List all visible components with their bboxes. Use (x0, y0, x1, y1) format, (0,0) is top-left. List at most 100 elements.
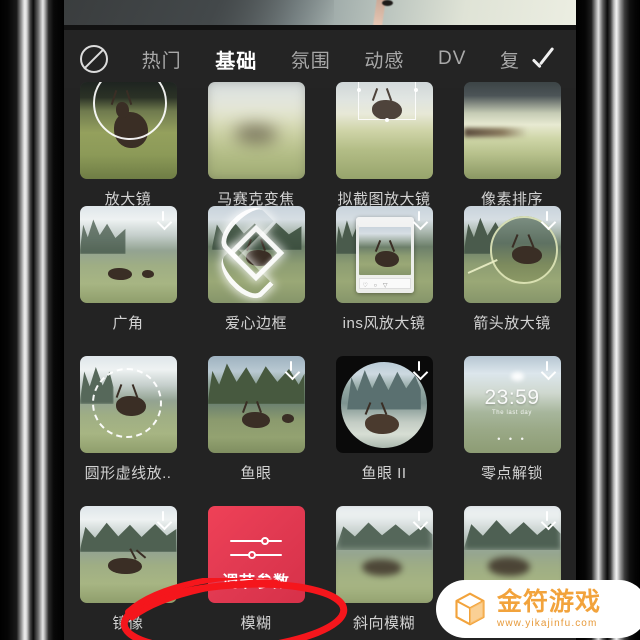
download-icon[interactable] (155, 210, 172, 227)
effect-label: 模糊 (240, 615, 272, 632)
effect-thumb-selected[interactable]: 调节参数 (207, 506, 305, 603)
ins-action-bar: ♡ ○ ▽ (358, 278, 411, 289)
lockscreen-subtitle: The last day (492, 410, 532, 416)
effect-label: 箭头放大镜 (473, 315, 551, 332)
effect-label: 广角 (112, 315, 144, 332)
lockscreen-time: 23:59 (484, 386, 540, 409)
watermark: 金符游戏 www.yikajinfu.com (436, 580, 640, 638)
effect-item-wide-angle[interactable]: 广角 (64, 206, 192, 333)
effect-thumb[interactable] (79, 356, 177, 453)
ins-photo (358, 227, 411, 275)
effect-label: 鱼眼 (240, 465, 272, 482)
deer-body-2 (281, 414, 294, 423)
effect-row-2: 广角 爱心边框 ♡ ○ ▽ ins风放大镜 箭头放大镜 (64, 206, 576, 333)
deer-blob (234, 124, 277, 144)
slider-knob-1 (261, 537, 269, 545)
effect-thumb[interactable] (335, 356, 433, 453)
effect-item-magnifier[interactable]: 放大镜 (64, 82, 192, 209)
download-icon[interactable] (539, 210, 556, 227)
effect-label: 镜像 (112, 615, 144, 632)
effect-thumb[interactable] (207, 356, 305, 453)
effect-grid: 放大镜 马赛克变焦 拟截图放大镜 像素排序 广角 爱心边框 ♡ ○ ▽ ins风… (64, 82, 576, 640)
screenshot-root: 热门 基础 氛围 动感 DV 复 放大镜 马赛克变焦 拟截图放大镜 像素排序 广… (0, 0, 640, 640)
download-icon[interactable] (283, 360, 300, 377)
effect-item-dashed-circle-magnifier[interactable]: 圆形虚线放.. (64, 356, 192, 483)
effect-thumb[interactable] (79, 206, 177, 303)
deer-body (365, 413, 399, 434)
dashed-circle-overlay (91, 368, 162, 438)
effect-label: ins风放大镜 (342, 315, 426, 332)
phone-screen: 热门 基础 氛围 动感 DV 复 放大镜 马赛克变焦 拟截图放大镜 像素排序 广… (64, 0, 576, 640)
effect-item-diagonal-blur[interactable]: 斜向模糊 (320, 506, 448, 633)
ins-glyphs: ♡ ○ ▽ (362, 283, 390, 289)
crop-handle-tr (413, 88, 418, 92)
effect-item-mirror[interactable]: 镜像 (64, 506, 192, 633)
download-icon[interactable] (411, 510, 428, 527)
deer-body (241, 412, 270, 428)
effect-item-fisheye-2[interactable]: 鱼眼 II (320, 356, 448, 483)
deer-body (107, 558, 142, 574)
slider-knob-2 (248, 551, 256, 559)
effect-label: 圆形虚线放.. (84, 465, 172, 482)
effect-thumb[interactable] (335, 506, 433, 603)
lockscreen-dots: • • • (497, 434, 527, 444)
effect-item-fisheye[interactable]: 鱼眼 (192, 356, 320, 483)
adjust-parameters-label: 调节参数 (221, 574, 290, 591)
slider-track-2 (230, 554, 282, 557)
deer-body (361, 559, 402, 576)
effect-label: 零点解锁 (480, 465, 543, 482)
no-effect-icon[interactable] (80, 45, 108, 73)
preview-detail (382, 0, 393, 6)
effect-label: 鱼眼 II (361, 465, 407, 482)
check-icon[interactable] (530, 44, 560, 74)
effect-item-heart-frame[interactable]: 爱心边框 (192, 206, 320, 333)
tab-retro[interactable]: 复 (500, 46, 520, 73)
deer-body (107, 268, 132, 280)
effect-thumb[interactable] (207, 206, 305, 303)
crop-handle-tl (356, 88, 361, 92)
crop-selection-box (357, 82, 416, 120)
tab-dynamic[interactable]: 动感 (364, 46, 404, 73)
effect-item-screenshot-magnifier[interactable]: 拟截图放大镜 (320, 82, 448, 209)
effect-thumb[interactable] (207, 82, 305, 179)
effect-item-mosaic-zoom[interactable]: 马赛克变焦 (192, 82, 320, 209)
download-icon[interactable] (411, 210, 428, 227)
effect-item-blur-selected[interactable]: 调节参数 模糊 (192, 506, 320, 633)
effect-item-ins-magnifier[interactable]: ♡ ○ ▽ ins风放大镜 (320, 206, 448, 333)
effect-row-1: 放大镜 马赛克变焦 拟截图放大镜 像素排序 (64, 82, 576, 209)
download-icon[interactable] (539, 360, 556, 377)
watermark-url: www.yikajinfu.com (497, 617, 598, 629)
effect-category-tabbar: 热门 基础 氛围 动感 DV 复 (64, 30, 576, 88)
tab-hot[interactable]: 热门 (142, 46, 182, 73)
effect-thumb[interactable]: 23:59 The last day • • • (463, 356, 561, 453)
tab-atmosphere[interactable]: 氛围 (291, 46, 331, 73)
effect-thumb[interactable] (79, 506, 177, 603)
ins-post-card: ♡ ○ ▽ (355, 217, 414, 293)
download-icon[interactable] (411, 360, 428, 377)
preview-shadow (64, 0, 334, 25)
video-preview[interactable] (64, 0, 576, 25)
deer-body-2 (141, 270, 154, 278)
effect-thumb[interactable] (79, 82, 177, 179)
tab-dv[interactable]: DV (438, 48, 466, 70)
effect-thumb[interactable] (335, 82, 433, 179)
watermark-brand: 金符游戏 (497, 587, 602, 616)
watermark-text: 金符游戏 www.yikajinfu.com (497, 587, 602, 629)
effect-thumb[interactable] (463, 82, 561, 179)
deer-body (374, 251, 399, 267)
crop-handle-bottom (384, 118, 389, 122)
effect-label: 斜向模糊 (352, 615, 415, 632)
effect-item-arrow-magnifier[interactable]: 箭头放大镜 (448, 206, 576, 333)
effect-label: 爱心边框 (224, 315, 287, 332)
download-icon[interactable] (539, 510, 556, 527)
tab-basic[interactable]: 基础 (215, 45, 257, 74)
effect-item-midnight-unlock[interactable]: 23:59 The last day • • • 零点解锁 (448, 356, 576, 483)
effect-thumb[interactable] (463, 206, 561, 303)
download-icon[interactable] (155, 510, 172, 527)
pixel-streak (463, 128, 528, 137)
effect-thumb[interactable]: ♡ ○ ▽ (335, 206, 433, 303)
deer-body (487, 557, 530, 576)
slider-track-1 (230, 540, 282, 543)
effect-row-3: 圆形虚线放.. 鱼眼 鱼眼 II 23:59 The last day • • … (64, 356, 576, 483)
effect-item-pixel-sort[interactable]: 像素排序 (448, 82, 576, 209)
